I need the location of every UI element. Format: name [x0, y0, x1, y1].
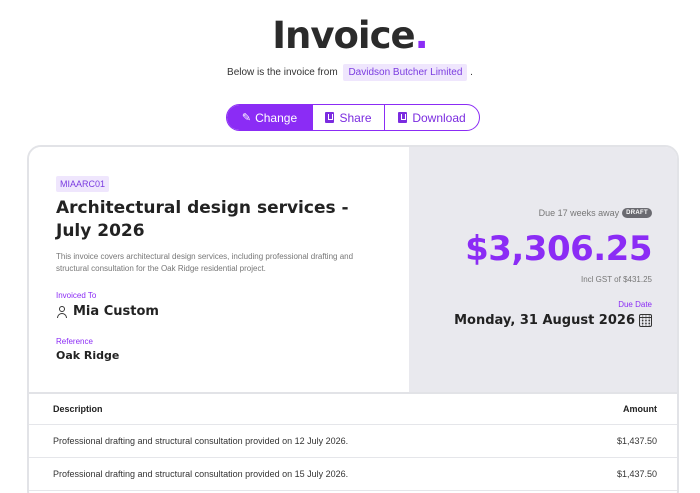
due-date-label: Due Date	[618, 300, 652, 309]
calendar-icon[interactable]	[639, 314, 652, 327]
due-date-value: Monday, 31 August 2026	[454, 313, 652, 328]
share-button-label: Share	[339, 110, 372, 125]
change-button-label: Change	[255, 110, 298, 125]
sender-link[interactable]: Davidson Butcher Limited	[343, 64, 468, 81]
invoice-title: Architectural design services - July 202…	[56, 198, 349, 241]
invoiced-to-name: Mia Custom	[73, 304, 159, 319]
invoice-amount: $3,306.25	[465, 229, 652, 269]
invoice-summary-pane: Due 17 weeks away DRAFT $3,306.25 Incl G…	[409, 147, 677, 392]
row-description: Professional drafting and structural con…	[53, 469, 349, 479]
invoiced-to-label: Invoiced To	[56, 291, 97, 300]
download-icon	[398, 112, 408, 123]
invoice-code-badge: MIAARC01	[56, 176, 110, 192]
user-icon	[56, 305, 68, 318]
invoice-card: MIAARC01 Architectural design services -…	[27, 145, 679, 493]
table-row: Professional drafting and structural con…	[29, 458, 677, 491]
gst-note: Incl GST of $431.25	[580, 275, 652, 284]
row-description: Professional drafting and structural con…	[53, 436, 349, 446]
due-away-text: Due 17 weeks away	[538, 208, 620, 218]
subtitle-suffix: .	[470, 67, 473, 78]
page-subtitle: Below is the invoice from Davidson Butch…	[0, 64, 700, 81]
subtitle-prefix: Below is the invoice from	[227, 67, 338, 78]
invoiced-to-value: Mia Custom	[56, 304, 159, 319]
download-button-label: Download	[412, 110, 466, 125]
share-button[interactable]: Share	[312, 105, 384, 130]
row-amount: $1,437.50	[616, 436, 657, 446]
row-amount: $1,437.50	[616, 469, 657, 479]
reference-label: Reference	[56, 337, 93, 346]
table-header-row: Description Amount	[29, 392, 677, 425]
table-row: Professional drafting and structural con…	[29, 425, 677, 458]
pencil-icon: ✎	[241, 112, 252, 124]
invoice-details-pane: MIAARC01 Architectural design services -…	[29, 147, 409, 392]
due-date-text: Monday, 31 August 2026	[454, 313, 635, 328]
due-countdown: Due 17 weeks away DRAFT	[539, 208, 652, 218]
change-button[interactable]: ✎ Change	[227, 105, 312, 130]
share-icon	[325, 112, 335, 123]
action-button-group: ✎ Change Share Download	[226, 104, 480, 131]
status-badge: DRAFT	[622, 208, 652, 218]
column-header-description: Description	[53, 404, 103, 414]
page-title: Invoice.	[0, 14, 700, 57]
page-title-dot: .	[414, 14, 429, 57]
column-header-amount: Amount	[623, 404, 657, 414]
page-title-text: Invoice	[272, 14, 415, 57]
line-items-table: Description Amount Professional drafting…	[29, 392, 677, 491]
download-button[interactable]: Download	[384, 105, 479, 130]
page-header: Invoice.	[0, 14, 700, 57]
reference-value: Oak Ridge	[56, 349, 120, 362]
invoice-description: This invoice covers architectural design…	[56, 252, 354, 273]
